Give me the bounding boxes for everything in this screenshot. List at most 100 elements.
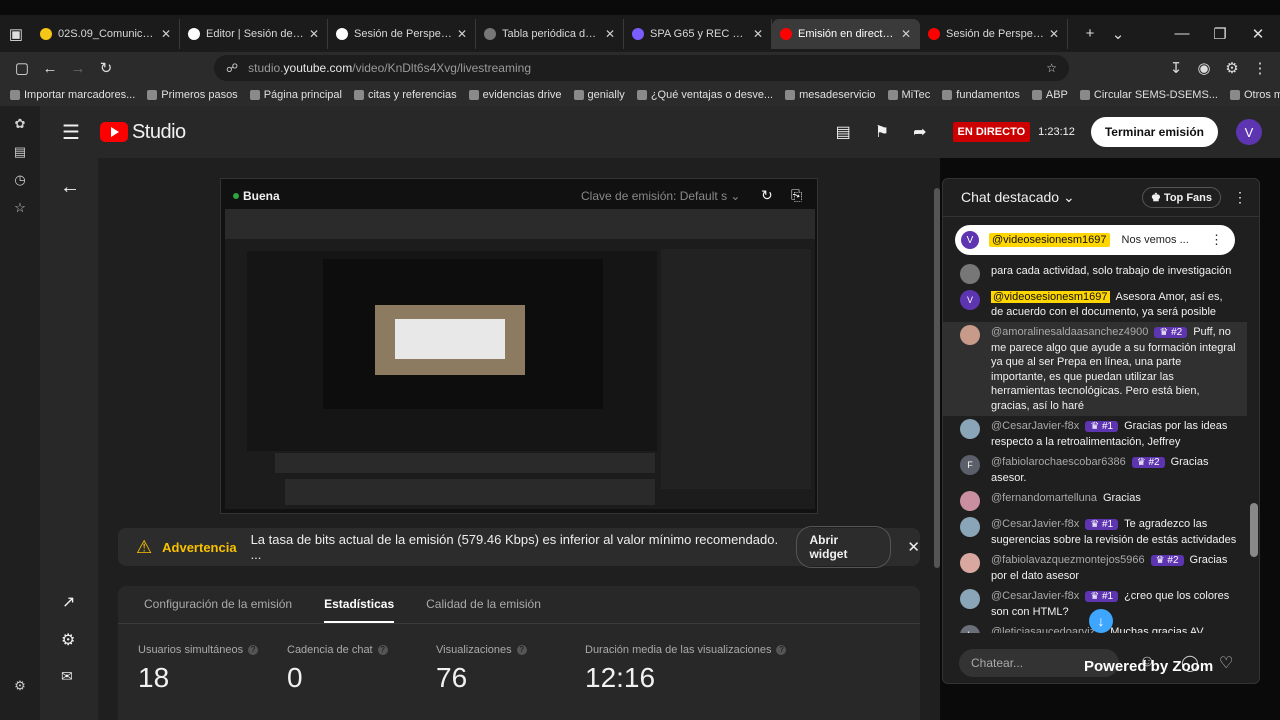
studio-logo[interactable]: Studio xyxy=(99,121,186,144)
chat-message-body: @videosesionesm1697 Asesora Amor, así es,… xyxy=(991,290,1237,319)
bookmark-item[interactable]: ABP xyxy=(1031,89,1068,101)
chat-author[interactable]: @leticiasaucedoarviz... xyxy=(991,626,1104,633)
stream-key-select[interactable]: Clave de emisión: Default s ⌄ xyxy=(581,189,740,203)
feedback-icon[interactable]: ✉ xyxy=(61,668,73,685)
pinned-menu-icon[interactable]: ⋮ xyxy=(1210,232,1223,248)
close-icon[interactable]: ✕ xyxy=(907,538,920,556)
minimize-icon[interactable]: — xyxy=(1168,25,1196,42)
external-link-icon[interactable]: ↗ xyxy=(62,592,75,612)
settings-icon[interactable]: ⚙ xyxy=(0,672,40,700)
bookmark-item[interactable]: evidencias drive xyxy=(468,89,562,101)
browser-tab[interactable]: Editor | Sesión de Perspe... ✕ xyxy=(180,18,328,49)
tab-stream-quality[interactable]: Calidad de la emisión xyxy=(426,597,541,623)
download-icon[interactable]: ↧ xyxy=(1162,59,1190,77)
top-fans-button[interactable]: ♚ Top Fans xyxy=(1141,187,1221,208)
tab-close-icon[interactable]: ✕ xyxy=(753,27,763,41)
help-icon[interactable]: ? xyxy=(776,645,787,655)
share-icon[interactable]: ➦ xyxy=(913,122,926,142)
tab-list-icon[interactable]: ⌄ xyxy=(1104,25,1132,43)
ai-icon[interactable]: ✿ xyxy=(0,110,40,138)
reading-list-icon[interactable]: ▤ xyxy=(0,138,40,166)
chat-message[interactable]: V @videosesionesm1697 Asesora Amor, así es… xyxy=(943,287,1247,322)
bookmark-item[interactable]: Primeros pasos xyxy=(147,89,238,101)
tab-close-icon[interactable]: ✕ xyxy=(901,27,911,41)
copy-icon[interactable]: ⎘ xyxy=(791,187,802,204)
stream-preview[interactable]: Buena Clave de emisión: Default s ⌄ ↻ ⎘ xyxy=(220,178,818,514)
chat-message[interactable]: @fernandomartelluna Gracias xyxy=(943,488,1247,514)
chat-author[interactable]: @fabiolavazquezmontejos5966 xyxy=(991,554,1145,566)
chat-author[interactable]: @amoralinesaldaasanchez4900 xyxy=(991,326,1148,338)
sidebar-toggle-icon[interactable]: ▢ xyxy=(8,59,36,77)
new-tab-icon[interactable]: + xyxy=(1076,25,1104,42)
history-icon[interactable]: ◷ xyxy=(0,166,40,194)
open-widget-button[interactable]: Abrir widget xyxy=(796,526,892,568)
chat-message[interactable]: @amoralinesaldaasanchez4900 ♛ #2 Puff, no … xyxy=(943,322,1247,416)
bookmark-item[interactable]: citas y referencias xyxy=(353,89,457,101)
tab-statistics[interactable]: Estadísticas xyxy=(324,597,395,623)
tab-close-icon[interactable]: ✕ xyxy=(457,27,467,41)
chat-author[interactable]: @fernandomartelluna xyxy=(991,492,1097,504)
chat-message[interactable]: @CesarJavier-f8x ♛ #1 Gracias por las idea… xyxy=(943,416,1247,452)
main-scrollbar[interactable] xyxy=(934,188,940,568)
gear-icon[interactable]: ⚙ xyxy=(61,630,75,650)
reload-icon[interactable]: ↻ xyxy=(92,59,120,77)
help-icon[interactable]: ? xyxy=(377,645,388,655)
chat-message[interactable]: @fabiolavazquezmontejos5966 ♛ #2 Gracias p… xyxy=(943,550,1247,586)
forward-icon[interactable]: → xyxy=(64,60,92,77)
chat-author[interactable]: @CesarJavier-f8x xyxy=(991,420,1079,432)
close-window-icon[interactable]: ✕ xyxy=(1244,25,1272,43)
menu-icon[interactable]: ⋮ xyxy=(1246,59,1274,77)
tab-close-icon[interactable]: ✕ xyxy=(1049,27,1059,41)
url-field[interactable]: ☍ studio. youtube.com/video/KnDlt6s4Xvg/l… xyxy=(214,55,1069,81)
extensions-icon[interactable]: ◉ xyxy=(1190,59,1218,77)
chat-scrollbar[interactable] xyxy=(1250,503,1258,557)
back-icon[interactable]: ← xyxy=(36,60,64,77)
bookmark-item[interactable]: mesadeservicio xyxy=(785,89,876,101)
other-bookmarks[interactable]: Otros marcadores xyxy=(1229,89,1280,101)
chat-author[interactable]: @CesarJavier-f8x xyxy=(991,518,1079,530)
tab-stream-settings[interactable]: Configuración de la emisión xyxy=(144,597,292,623)
bookmark-item[interactable]: Página principal xyxy=(249,89,342,101)
bookmark-item[interactable]: Importar marcadores... xyxy=(10,89,135,101)
help-icon[interactable]: ? xyxy=(248,645,259,655)
tab-close-icon[interactable]: ✕ xyxy=(309,27,319,41)
bookmark-item[interactable]: fundamentos xyxy=(942,89,1020,101)
browser-tab[interactable]: Emisión en directo - You... ✕ xyxy=(772,18,920,49)
tab-close-icon[interactable]: ✕ xyxy=(605,27,615,41)
browser-tab[interactable]: Sesión de Perspectiva A... ✕ xyxy=(920,18,1068,49)
tab-actions-icon[interactable]: ▣ xyxy=(0,25,32,43)
restore-icon[interactable]: ❐ xyxy=(1206,25,1234,43)
bookmark-item[interactable]: genially xyxy=(573,89,625,101)
crown-icon: ♛ xyxy=(1136,457,1149,468)
chat-author[interactable]: @videosesionesm1697 xyxy=(991,291,1110,303)
clapper-icon[interactable]: ▤ xyxy=(836,122,851,142)
browser-tab[interactable]: Sesión de Perspectiva A... ✕ xyxy=(328,18,476,49)
pinned-message[interactable]: V @videosesionesm1697 Nos vemos ... ⋮ xyxy=(955,225,1235,255)
chat-menu-icon[interactable]: ⋮ xyxy=(1233,189,1247,206)
bookmark-item[interactable]: Circular SEMS-DSEMS... xyxy=(1079,89,1218,101)
bookmark-item[interactable]: MiTec xyxy=(887,89,930,101)
hamburger-menu-icon[interactable]: ☰ xyxy=(62,120,80,145)
star-icon[interactable]: ☆ xyxy=(1046,61,1057,75)
favorites-icon[interactable]: ☆ xyxy=(0,194,40,222)
chat-message[interactable]: para cada actividad, solo trabajo de inv… xyxy=(943,261,1247,287)
scroll-down-icon[interactable]: ↓ xyxy=(1089,609,1113,633)
bookmark-item[interactable]: ¿Qué ventajas o desve... xyxy=(636,89,773,101)
tab-close-icon[interactable]: ✕ xyxy=(161,27,171,41)
refresh-icon[interactable]: ↻ xyxy=(761,187,773,204)
heart-icon[interactable]: ♡ xyxy=(1219,653,1233,673)
chat-author[interactable]: @CesarJavier-f8x xyxy=(991,590,1079,602)
chat-message[interactable]: F @fabiolarochaescobar6386 ♛ #2 Gracias ase… xyxy=(943,452,1247,488)
chat-author[interactable]: @fabiolarochaescobar6386 xyxy=(991,456,1126,468)
browser-tab[interactable]: 02S.09_Comunicado_sobre_... ✕ xyxy=(32,18,180,49)
browser-tab[interactable]: SPA G65 y REC 193 y ext... ✕ xyxy=(624,18,772,49)
avatar[interactable]: V xyxy=(1236,119,1262,145)
bookmark-icon[interactable]: ⚑ xyxy=(875,122,889,142)
browser-tab[interactable]: Tabla periódica de Aplicacio... ✕ xyxy=(476,18,624,49)
help-icon[interactable]: ? xyxy=(516,645,527,655)
back-arrow-icon[interactable]: ← xyxy=(60,176,80,199)
puzzle-icon[interactable]: ⚙ xyxy=(1218,59,1246,77)
end-stream-button[interactable]: Terminar emisión xyxy=(1090,117,1218,147)
chat-message[interactable]: @CesarJavier-f8x ♛ #1 Te agradezco las sug… xyxy=(943,514,1247,550)
chat-mode-select[interactable]: Chat destacado ⌄ xyxy=(961,189,1075,206)
